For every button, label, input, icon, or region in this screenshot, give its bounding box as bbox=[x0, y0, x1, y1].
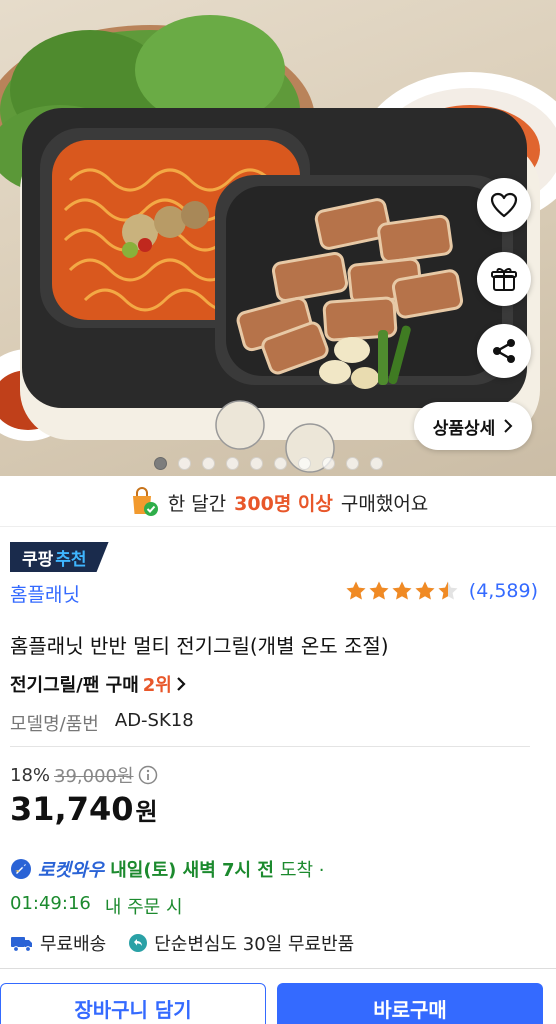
star-icon bbox=[346, 581, 366, 600]
model-value: AD-SK18 bbox=[114, 710, 194, 731]
brand-link[interactable]: 홈플래닛 bbox=[10, 580, 80, 607]
carousel-indicator bbox=[154, 457, 383, 470]
delivery-info: 로켓와우 내일(토) 새벽 7시 전 도착 · bbox=[10, 856, 325, 882]
carousel-dot[interactable] bbox=[346, 457, 359, 470]
countdown-suffix: 내 주문 시 bbox=[104, 897, 183, 918]
rank-value: 2위 bbox=[142, 675, 172, 696]
add-to-cart-button[interactable]: 장바구니 담기 bbox=[0, 983, 266, 1024]
star-icon bbox=[369, 581, 389, 600]
badge-part2: 추천 bbox=[55, 549, 87, 570]
info-icon[interactable] bbox=[138, 765, 158, 785]
return-policy: 단순변심도 30일 무료반품 bbox=[154, 934, 355, 955]
share-button[interactable] bbox=[477, 324, 531, 378]
shopping-bag-check-icon bbox=[132, 487, 158, 516]
star-icon bbox=[438, 581, 458, 600]
category-rank-link[interactable]: 전기그릴/팬 구매 2위 bbox=[10, 671, 186, 697]
banner-suffix: 구매했어요 bbox=[340, 492, 429, 515]
chevron-right-icon bbox=[504, 419, 513, 433]
chevron-right-icon bbox=[177, 677, 186, 691]
free-shipping: 무료배송 bbox=[40, 934, 107, 955]
product-image-carousel[interactable]: 상품상세 bbox=[0, 0, 556, 476]
countdown-time: 01:49:16 bbox=[10, 893, 91, 914]
model-info: 모델명/품번 AD-SK18 bbox=[10, 710, 194, 736]
sale-price-value: 31,740 bbox=[10, 790, 134, 828]
carousel-dot[interactable] bbox=[178, 457, 191, 470]
divider bbox=[10, 746, 530, 747]
add-to-cart-label: 장바구니 담기 bbox=[74, 997, 192, 1022]
arrival-time: 내일(토) 새벽 7시 전 bbox=[110, 860, 274, 881]
divider bbox=[0, 526, 556, 527]
discount-rate: 18% bbox=[10, 764, 51, 786]
carousel-dot[interactable] bbox=[274, 457, 287, 470]
product-title: 홈플래닛 반반 멀티 전기그릴(개별 온도 조절) bbox=[10, 634, 389, 658]
rocket-wow-icon bbox=[11, 859, 31, 879]
original-price: 39,000원 bbox=[54, 766, 134, 787]
review-count[interactable]: (4,589) bbox=[469, 580, 538, 602]
share-icon bbox=[493, 339, 515, 363]
carousel-dot[interactable] bbox=[250, 457, 263, 470]
carousel-dot[interactable] bbox=[202, 457, 215, 470]
carousel-dot[interactable] bbox=[226, 457, 239, 470]
gift-button[interactable] bbox=[477, 252, 531, 306]
purchase-count-banner: 한 달간 300명 이상 구매했어요 bbox=[0, 478, 556, 526]
carousel-dot[interactable] bbox=[322, 457, 335, 470]
truck-icon bbox=[11, 937, 32, 952]
star-icon bbox=[415, 581, 435, 600]
buy-now-label: 바로구매 bbox=[373, 997, 447, 1022]
wishlist-button[interactable] bbox=[477, 178, 531, 232]
arrival-suffix: 도착 · bbox=[279, 860, 325, 881]
gift-icon bbox=[491, 268, 517, 291]
rating-stars bbox=[345, 580, 459, 602]
return-icon bbox=[129, 934, 148, 952]
carousel-dot[interactable] bbox=[370, 457, 383, 470]
order-countdown: 01:49:16 내 주문 시 bbox=[10, 893, 183, 919]
rating-summary[interactable]: (4,589) bbox=[345, 580, 538, 602]
product-detail-label: 상품상세 bbox=[432, 418, 496, 439]
currency-unit: 원 bbox=[135, 798, 158, 826]
delivery-service: 로켓와우 bbox=[38, 860, 105, 881]
heart-icon bbox=[490, 192, 518, 218]
star-icon bbox=[392, 581, 412, 600]
divider bbox=[0, 968, 556, 969]
shipping-info: 무료배송 단순변심도 30일 무료반품 bbox=[10, 930, 354, 956]
coupang-recommend-badge: 쿠팡 추천 bbox=[10, 542, 109, 572]
banner-prefix: 한 달간 bbox=[167, 492, 227, 515]
badge-part1: 쿠팡 bbox=[22, 549, 54, 570]
discount-info: 18% 39,000원 bbox=[10, 762, 158, 788]
rank-category: 전기그릴/팬 구매 bbox=[10, 675, 139, 696]
buy-now-button[interactable]: 바로구매 bbox=[277, 983, 543, 1024]
carousel-dot[interactable] bbox=[154, 457, 167, 470]
banner-highlight: 300명 이상 bbox=[234, 492, 333, 515]
sale-price: 31,740 원 bbox=[10, 790, 158, 828]
product-detail-button[interactable]: 상품상세 bbox=[414, 402, 532, 450]
model-label: 모델명/품번 bbox=[10, 714, 99, 735]
carousel-dot[interactable] bbox=[298, 457, 311, 470]
